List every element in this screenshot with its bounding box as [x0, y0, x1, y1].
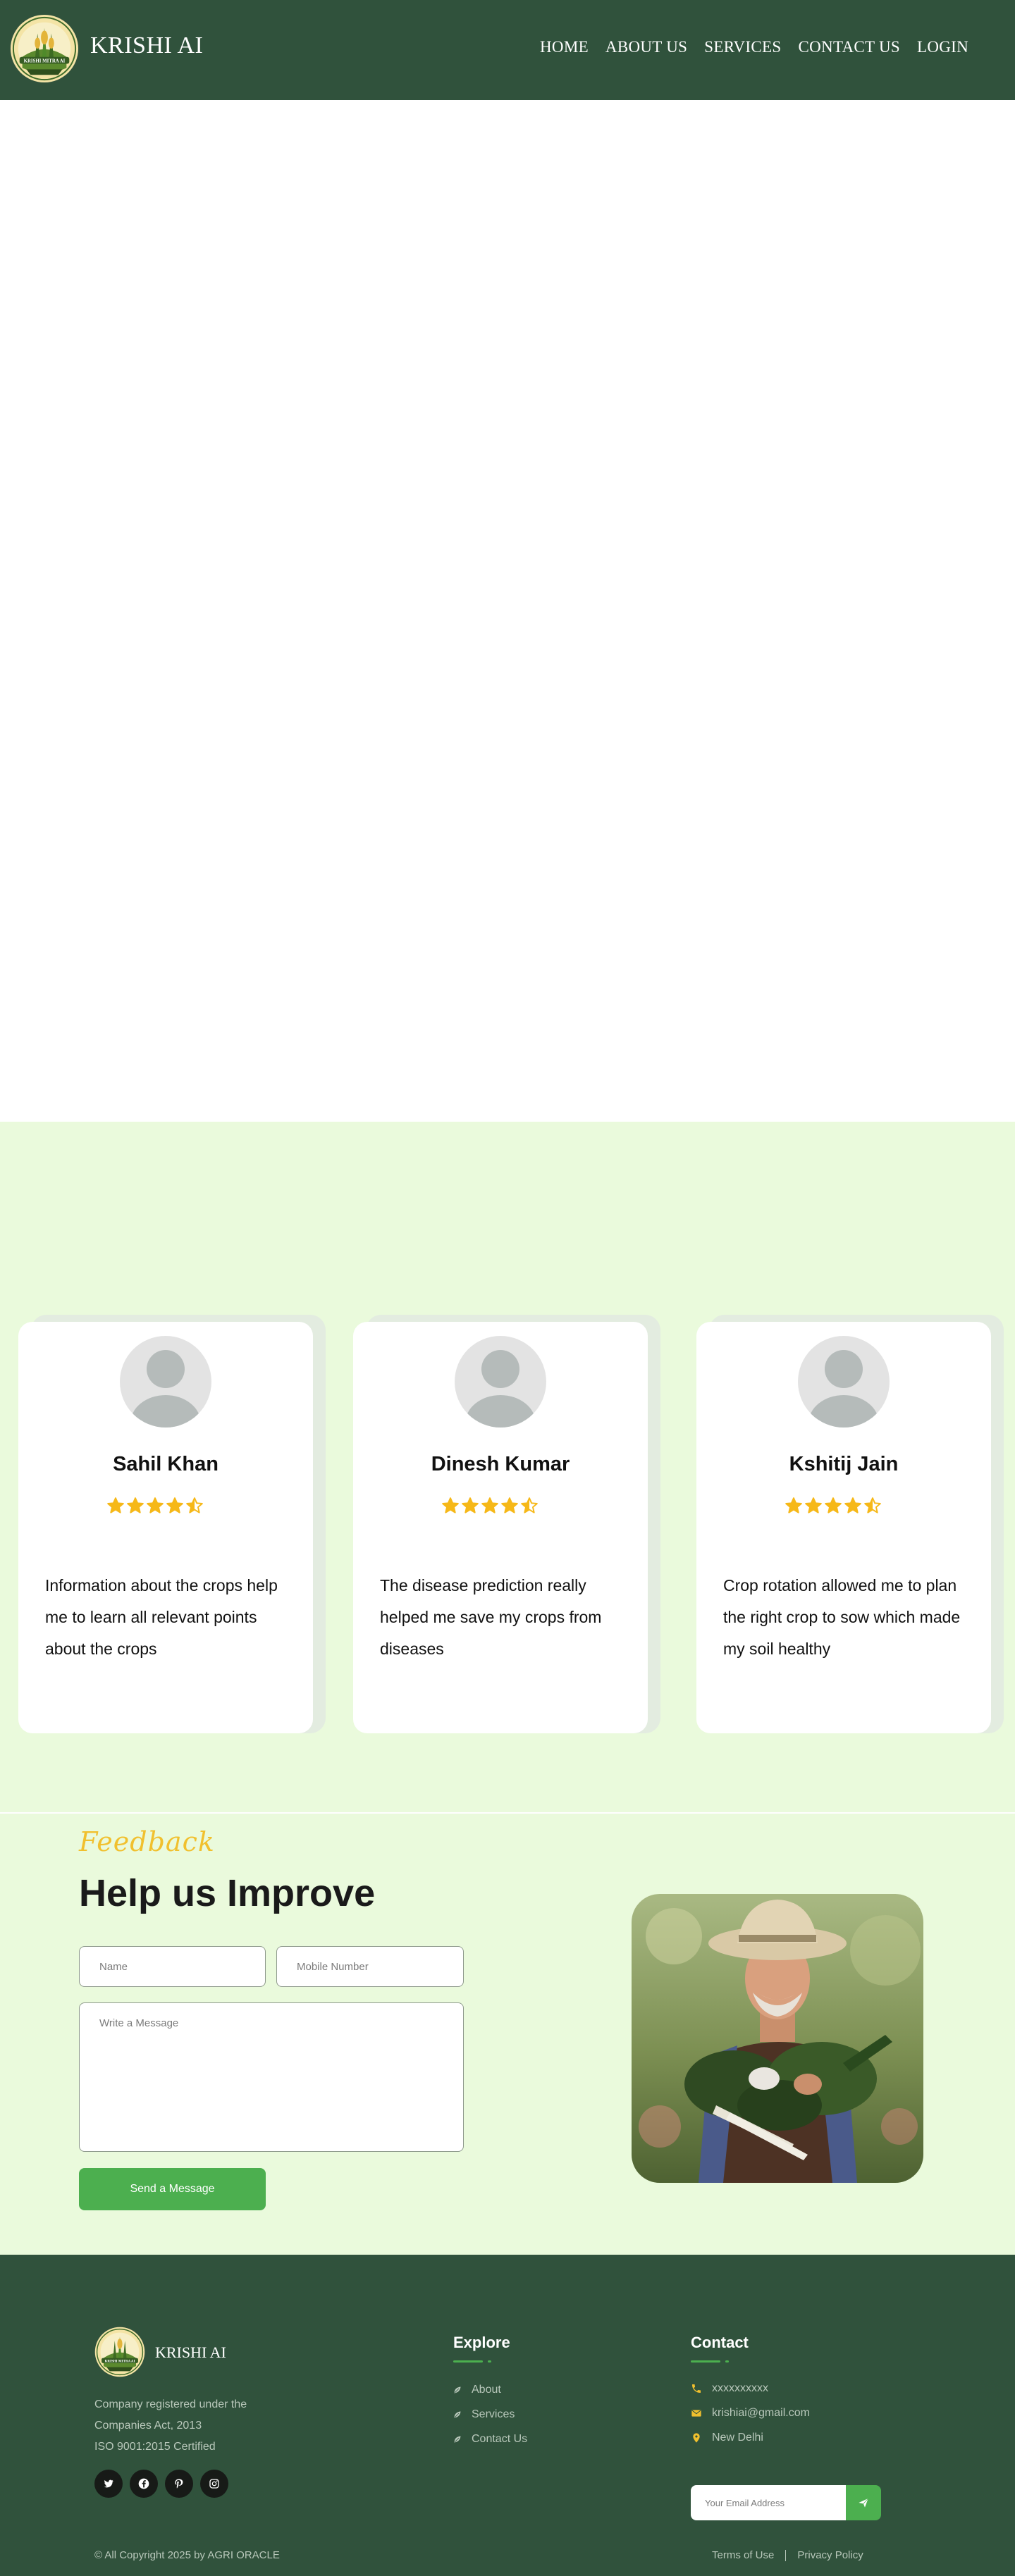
- facebook-icon[interactable]: [130, 2470, 158, 2498]
- contact-phone-value: xxxxxxxxxx: [712, 2382, 768, 2394]
- star-full-icon: [844, 1497, 861, 1513]
- brand-logo[interactable]: KRISHI MITRA AI: [10, 14, 79, 83]
- heading-underline-dot: [725, 2360, 729, 2363]
- contact-email[interactable]: krishiai@gmail.com: [691, 2407, 810, 2420]
- terms-of-use-link[interactable]: Terms of Use: [712, 2549, 774, 2561]
- star-rating: [785, 1497, 882, 1515]
- heading-underline: [691, 2360, 720, 2363]
- avatar: [798, 1336, 890, 1428]
- privacy-policy-link[interactable]: Privacy Policy: [797, 2549, 863, 2561]
- footer-link-contact-us[interactable]: Contact Us: [453, 2433, 527, 2446]
- footer-link-label: About: [472, 2384, 501, 2396]
- nav-login[interactable]: LOGIN: [917, 38, 968, 56]
- heading-underline: [453, 2360, 483, 2363]
- leaf-icon: [453, 2410, 462, 2419]
- star-full-icon: [127, 1497, 144, 1513]
- star-half-icon: [521, 1497, 538, 1513]
- company-info-line: Companies Act, 2013: [94, 2420, 202, 2432]
- star-full-icon: [462, 1497, 479, 1513]
- contact-phone: xxxxxxxxxx: [691, 2382, 768, 2395]
- reviewer-name: Kshitij Jain: [789, 1453, 899, 1475]
- company-info-line: Company registered under the: [94, 2398, 247, 2410]
- star-half-icon: [864, 1497, 881, 1513]
- footer-link-label: Contact Us: [472, 2433, 528, 2445]
- name-input[interactable]: [79, 1946, 266, 1987]
- heading-underline-dot: [488, 2360, 491, 2363]
- avatar: [455, 1336, 546, 1428]
- footer-link-label: Services: [472, 2408, 515, 2420]
- contact-location-value: New Delhi: [712, 2432, 763, 2444]
- instagram-icon[interactable]: [200, 2470, 228, 2498]
- testimonial-card: Dinesh Kumar The disease prediction real…: [353, 1322, 648, 1733]
- footer-logo-text: KRISHI MITRA AI: [104, 2359, 135, 2363]
- star-rating: [106, 1497, 204, 1515]
- brand-name: KRISHI AI: [90, 32, 204, 58]
- testimonials-section: Sahil Khan Information about the crops h…: [0, 1122, 1015, 1812]
- site-footer: KRISHI MITRA AI KRISHI AI Company regist…: [0, 2255, 1015, 2576]
- contact-email-value: krishiai@gmail.com: [712, 2407, 810, 2419]
- site-header: KRISHI MITRA AI KRISHI AI HOME ABOUT US …: [0, 0, 1015, 100]
- star-full-icon: [501, 1497, 518, 1513]
- star-full-icon: [147, 1497, 164, 1513]
- company-info-line: ISO 9001:2015 Certified: [94, 2441, 216, 2453]
- reviewer-name: Sahil Khan: [113, 1453, 219, 1475]
- star-full-icon: [825, 1497, 842, 1513]
- send-message-button[interactable]: Send a Message: [79, 2168, 266, 2210]
- send-icon: [859, 2498, 868, 2508]
- review-text: Information about the crops help me to l…: [45, 1576, 278, 1658]
- envelope-icon: [691, 2410, 701, 2417]
- feedback-section: Feedback Help us Improve Send a Message: [0, 1814, 1015, 2255]
- nav-services[interactable]: SERVICES: [704, 38, 781, 56]
- explore-heading: Explore: [453, 2334, 510, 2351]
- leaf-icon: [453, 2435, 462, 2444]
- logo-text: KRISHI MITRA AI: [24, 59, 66, 64]
- contact-heading: Contact: [691, 2334, 749, 2351]
- company-info: Company registered under the Companies A…: [94, 2394, 278, 2458]
- nav-contact-us[interactable]: CONTACT US: [798, 38, 900, 56]
- review-text: The disease prediction really helped me …: [380, 1576, 602, 1658]
- footer-brand-name: KRISHI AI: [155, 2343, 226, 2361]
- testimonial-card: Sahil Khan Information about the crops h…: [18, 1322, 313, 1733]
- hero-section: [0, 100, 1015, 1122]
- footer-link-about[interactable]: About: [453, 2384, 501, 2396]
- footer-link-services[interactable]: Services: [453, 2408, 515, 2421]
- testimonial-card: Kshitij Jain Crop rotation allowed me to…: [696, 1322, 991, 1733]
- mobile-number-input[interactable]: [276, 1946, 464, 1987]
- copyright: © All Copyright 2025 by AGRI ORACLE: [94, 2549, 280, 2561]
- feedback-title: Help us Improve: [79, 1872, 376, 1914]
- nav-about-us[interactable]: ABOUT US: [605, 38, 687, 56]
- reviewer-name: Dinesh Kumar: [431, 1453, 570, 1475]
- pinterest-icon[interactable]: [165, 2470, 193, 2498]
- star-full-icon: [481, 1497, 498, 1513]
- main-nav: HOME ABOUT US SERVICES CONTACT US LOGIN: [540, 38, 968, 56]
- leaf-icon: [453, 2386, 462, 2394]
- legal-separator: [785, 2549, 787, 2561]
- feedback-tag: Feedback: [79, 1826, 215, 1857]
- avatar: [120, 1336, 211, 1428]
- star-half-icon: [186, 1497, 203, 1513]
- message-textarea[interactable]: [79, 2002, 464, 2152]
- star-full-icon: [107, 1497, 124, 1513]
- contact-location: New Delhi: [691, 2432, 763, 2444]
- star-full-icon: [442, 1497, 459, 1513]
- location-pin-icon: [693, 2433, 700, 2443]
- phone-icon: [692, 2384, 701, 2393]
- legal-links: Terms of Use Privacy Policy: [712, 2549, 863, 2561]
- social-links: [94, 2470, 228, 2498]
- footer-logo[interactable]: KRISHI MITRA AI: [94, 2327, 145, 2377]
- review-text: Crop rotation allowed me to plan the rig…: [723, 1576, 961, 1658]
- farmer-photo: [632, 1894, 923, 2183]
- newsletter-email-input[interactable]: [691, 2485, 847, 2520]
- newsletter-submit-button[interactable]: [846, 2485, 881, 2520]
- star-full-icon: [805, 1497, 822, 1513]
- star-rating: [441, 1497, 539, 1515]
- star-full-icon: [166, 1497, 183, 1513]
- star-full-icon: [785, 1497, 802, 1513]
- nav-home[interactable]: HOME: [540, 38, 589, 56]
- twitter-icon[interactable]: [94, 2470, 123, 2498]
